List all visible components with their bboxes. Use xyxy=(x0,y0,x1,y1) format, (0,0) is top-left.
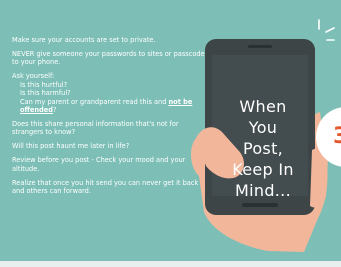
question-hurtful: Is this hurtful? xyxy=(20,80,68,89)
phone-line-1: When xyxy=(239,97,287,116)
tip-review: Review before you post - Check your mood… xyxy=(12,156,186,173)
question-parent-prefix: Can my parent or grandparent read this a… xyxy=(20,97,169,106)
tip-personal-info: Does this share personal information tha… xyxy=(12,120,179,137)
tip-realize: Realize that once you hit send you can n… xyxy=(12,178,199,196)
phone-line-2: You xyxy=(248,118,278,137)
question-parent-suffix: ? xyxy=(52,106,57,115)
tips-text: Make sure your accounts are set to priva… xyxy=(12,36,212,201)
phone-line-4: Keep In xyxy=(232,160,294,179)
tip-passwords: NEVER give someone your passwords to sit… xyxy=(12,50,205,67)
phone-home-bar xyxy=(242,203,278,207)
question-harmful: Is this harmful? xyxy=(20,89,71,98)
question-parent: Can my parent or grandparent read this a… xyxy=(12,98,212,115)
tip-private-accounts: Make sure your accounts are set to priva… xyxy=(12,36,156,44)
side-circle-glyph: 3 xyxy=(333,124,341,149)
tip-ask-yourself: Ask yourself: Is this hurtful? Is this h… xyxy=(12,72,212,114)
sparkle-icon xyxy=(318,19,335,41)
phone-line-5: Mind... xyxy=(235,181,291,200)
ask-heading: Ask yourself: xyxy=(12,72,55,81)
phone-line-3: Post, xyxy=(242,139,284,158)
phone-screen-text: When You Post, Keep In Mind... xyxy=(220,96,306,201)
bottom-band xyxy=(0,261,341,267)
tip-haunt: Will this post haunt me later in life? xyxy=(12,142,130,151)
phone-speaker xyxy=(248,45,272,48)
